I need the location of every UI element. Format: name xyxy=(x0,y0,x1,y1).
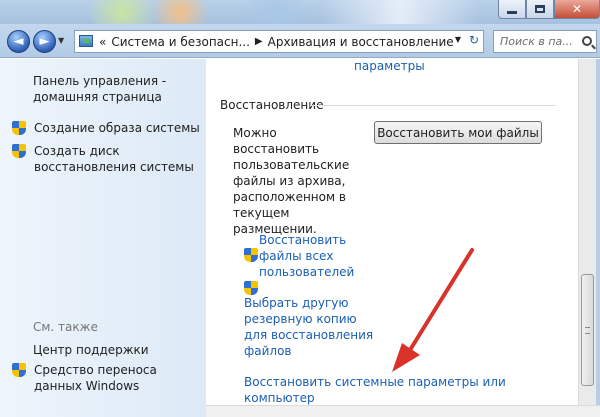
close-icon: ✕ xyxy=(571,2,583,16)
uac-shield-icon xyxy=(12,363,26,378)
uac-shield-icon xyxy=(244,248,258,263)
crumb-prefix[interactable]: « xyxy=(99,35,106,49)
arrow-left-icon: ◄ xyxy=(13,34,24,49)
search-icon[interactable] xyxy=(582,36,592,46)
sidebar-item-label: Создание образа системы xyxy=(34,121,200,135)
minimize-icon xyxy=(507,10,517,14)
windows-easy-transfer-link[interactable]: Средство переноса данных Windows xyxy=(12,362,204,394)
section-title-restore: Восстановление xyxy=(220,98,324,112)
window-controls: ✕ xyxy=(498,0,600,20)
sidebar-item-label: Средство переноса данных Windows xyxy=(34,363,157,393)
sidebar-item-create-recovery-disc[interactable]: Создать диск восстановления системы xyxy=(12,143,204,175)
close-button[interactable]: ✕ xyxy=(554,0,600,19)
breadcrumb-system-security[interactable]: Система и безопасн... xyxy=(111,35,250,49)
maximize-icon xyxy=(535,5,545,13)
sidebar-item-label: Создать диск восстановления системы xyxy=(34,144,194,174)
recover-system-settings-link[interactable]: Восстановить системные параметры или ком… xyxy=(244,374,578,406)
navigation-bar: ◄ ► ▼ « Система и безопасн... ▶ Архиваци… xyxy=(0,24,600,58)
control-panel-home-link[interactable]: Панель управления - домашняя страница xyxy=(33,73,203,105)
task-pane: Панель управления - домашняя страница Со… xyxy=(0,59,206,417)
restore-description: Можно восстановить пользовательские файл… xyxy=(233,126,350,236)
recent-pages-dropdown[interactable]: ▼ xyxy=(58,36,64,45)
horizontal-scroll-area xyxy=(206,405,600,417)
main-content: параметры Восстановление Можно восстанов… xyxy=(206,59,578,405)
arrow-right-icon: ► xyxy=(39,34,50,49)
vertical-scrollbar[interactable] xyxy=(578,59,596,405)
select-another-backup-link[interactable]: Выбрать другую резервную копию для восст… xyxy=(244,295,379,359)
blurred-background xyxy=(230,0,320,24)
maximize-button[interactable] xyxy=(526,0,554,19)
back-button[interactable]: ◄ xyxy=(7,30,30,53)
blurred-background xyxy=(140,0,220,24)
search-placeholder: Поиск в пa... xyxy=(500,35,573,48)
section-divider xyxy=(310,105,556,106)
control-panel-icon xyxy=(79,34,95,49)
restore-all-users-files-link[interactable]: Восстановить файлы всех пользователей xyxy=(259,232,379,280)
uac-shield-icon xyxy=(244,281,258,296)
window-border xyxy=(596,59,600,417)
uac-shield-icon xyxy=(12,121,26,136)
title-bar: ✕ xyxy=(0,0,600,24)
minimize-button[interactable] xyxy=(498,0,526,19)
refresh-icon[interactable]: ↻ xyxy=(469,33,479,47)
action-center-link[interactable]: Центр поддержки xyxy=(33,343,149,357)
chevron-down-icon[interactable]: ▼ xyxy=(455,35,461,44)
sidebar-item-create-system-image[interactable]: Создание образа системы xyxy=(12,120,204,136)
restore-my-files-button[interactable]: Восстановить мои файлы xyxy=(374,121,542,144)
search-input[interactable]: Поиск в пa... xyxy=(493,30,597,53)
chevron-right-icon[interactable]: ▶ xyxy=(255,36,263,47)
forward-button[interactable]: ► xyxy=(33,30,56,53)
settings-link[interactable]: параметры xyxy=(354,59,425,73)
address-bar[interactable]: « Система и безопасн... ▶ Архивация и во… xyxy=(74,30,484,53)
breadcrumb-backup-restore[interactable]: Архивация и восстановление xyxy=(268,35,454,49)
see-also-heading: См. также xyxy=(33,320,98,334)
blurred-background xyxy=(320,0,480,24)
scrollbar-thumb[interactable] xyxy=(581,274,594,386)
uac-shield-icon xyxy=(12,144,26,159)
